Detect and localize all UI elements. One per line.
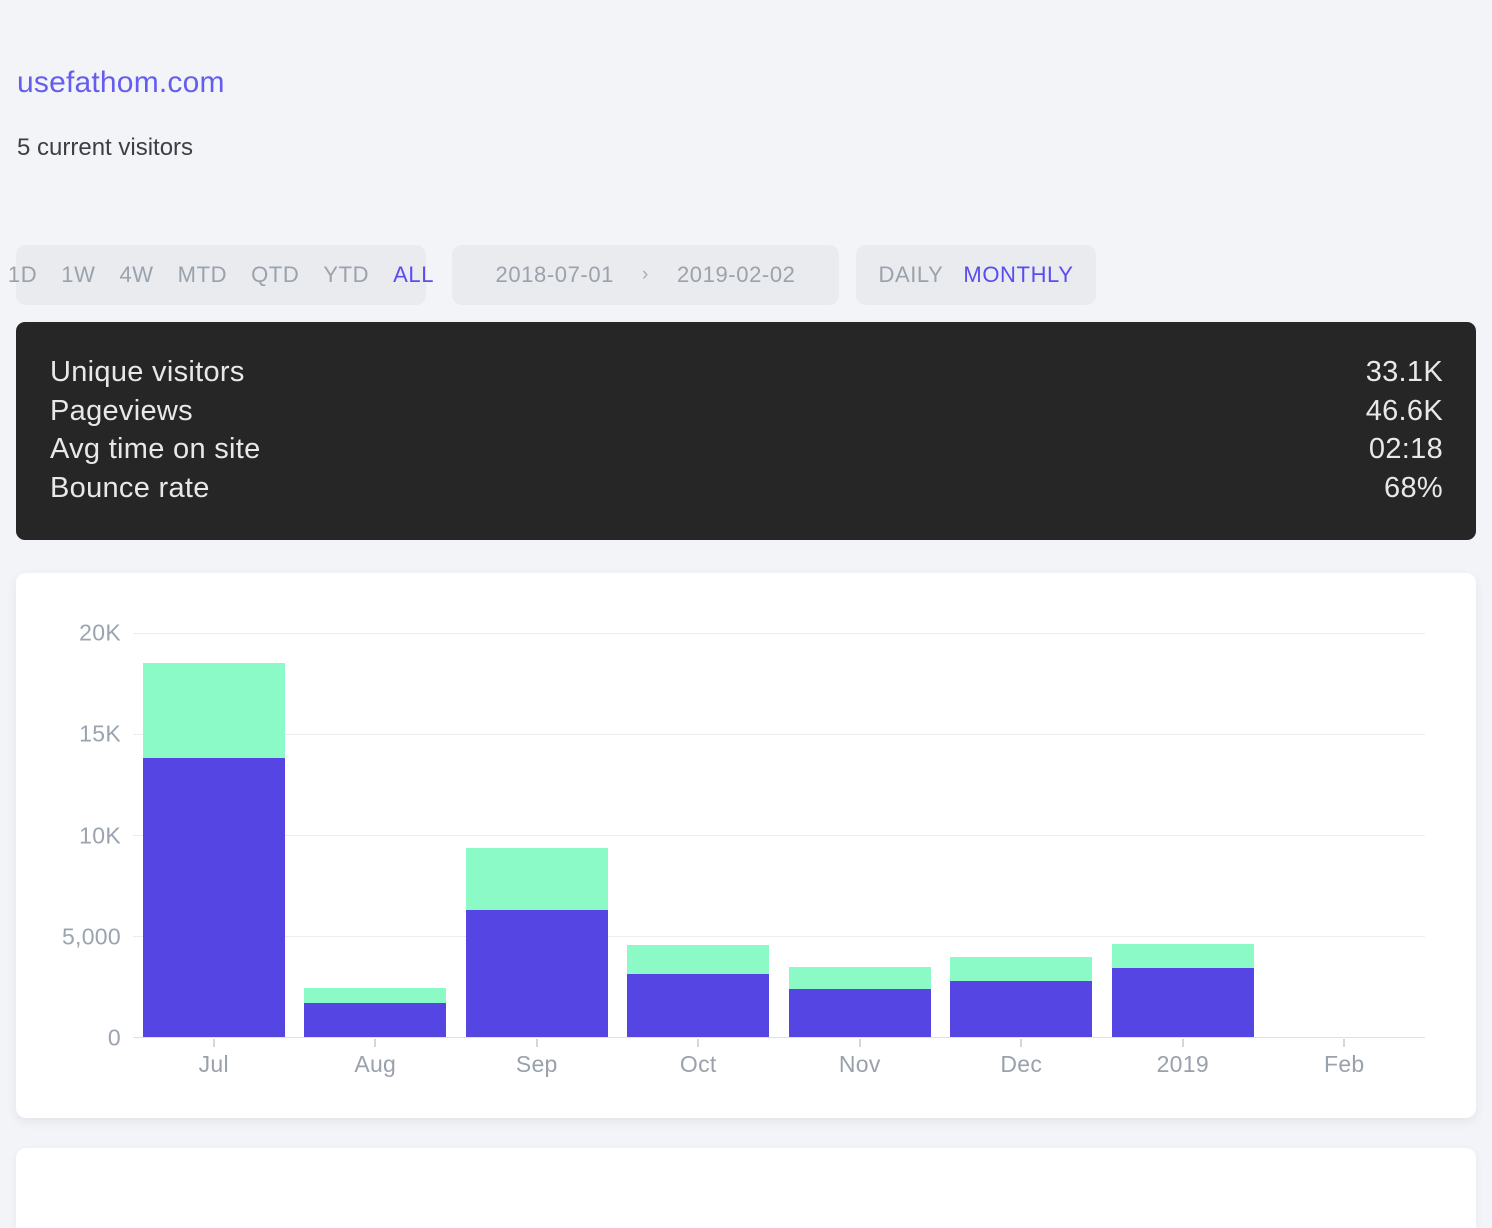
granularity-toggle: DAILY MONTHLY: [856, 245, 1096, 305]
x-axis-tick-sep: [536, 1039, 538, 1047]
stat-label: Unique visitors: [50, 353, 245, 392]
bar-slot-dec: [941, 633, 1103, 1037]
bar-slot-jul: [133, 633, 295, 1037]
chevron-right-icon: ›: [642, 264, 649, 286]
site-title-link[interactable]: usefathom.com: [17, 66, 225, 100]
y-tick-0: 0: [108, 1025, 121, 1052]
x-axis-label-2019: 2019: [1102, 1051, 1264, 1078]
visitors-segment-jul: [143, 758, 285, 1037]
bar-slot-feb: [1264, 633, 1426, 1037]
x-axis-tick-2019: [1182, 1039, 1184, 1047]
bar-slot-sep: [456, 633, 618, 1037]
plot-grid: [133, 633, 1425, 1038]
x-axis-label-dec: Dec: [941, 1051, 1103, 1078]
visitors-segment-oct: [627, 974, 769, 1037]
visitors-segment-aug: [304, 1003, 446, 1037]
range-qtd[interactable]: QTD: [251, 262, 299, 288]
bar-slot-oct: [618, 633, 780, 1037]
x-axis-label-sep: Sep: [456, 1051, 618, 1078]
x-axis-label-feb: Feb: [1264, 1051, 1426, 1078]
controls-row: 1D 1W 4W MTD QTD YTD ALL 2018-07-01 › 20…: [16, 245, 1096, 305]
range-1w[interactable]: 1W: [61, 262, 95, 288]
x-axis-label-nov: Nov: [779, 1051, 941, 1078]
x-axis-label-oct: Oct: [618, 1051, 780, 1078]
summary-stats-panel: Unique visitors 33.1K Pageviews 46.6K Av…: [16, 322, 1476, 540]
x-axis-labels: JulAugSepOctNovDec2019Feb: [133, 1051, 1425, 1078]
y-tick-15k: 15K: [79, 721, 121, 748]
stacked-bar-sep[interactable]: [466, 633, 608, 1037]
range-button-group: 1D 1W 4W MTD QTD YTD ALL: [16, 245, 426, 305]
stat-value: 33.1K: [1366, 353, 1443, 392]
plot-area: 20K 15K 10K 5,000 0: [16, 633, 1476, 1038]
tick-slot-jul: [133, 1039, 295, 1047]
stacked-bar-oct[interactable]: [627, 633, 769, 1037]
stat-row-avg-time: Avg time on site 02:18: [50, 430, 1443, 469]
visitors-segment-dec: [950, 981, 1092, 1037]
stat-value: 68%: [1384, 469, 1443, 508]
bar-slot-aug: [295, 633, 457, 1037]
y-tick-10k: 10K: [79, 822, 121, 849]
y-tick-20k: 20K: [79, 620, 121, 647]
tick-slot-dec: [941, 1039, 1103, 1047]
stat-row-pageviews: Pageviews 46.6K: [50, 392, 1443, 431]
stacked-bar-dec[interactable]: [950, 633, 1092, 1037]
stat-row-unique-visitors: Unique visitors 33.1K: [50, 353, 1443, 392]
pageviews-segment-2019: [1112, 944, 1254, 968]
range-4w[interactable]: 4W: [119, 262, 153, 288]
plot-bars: [133, 633, 1425, 1037]
range-ytd[interactable]: YTD: [323, 262, 369, 288]
date-start[interactable]: 2018-07-01: [495, 262, 614, 288]
stat-value: 02:18: [1369, 430, 1443, 469]
tick-slot-aug: [295, 1039, 457, 1047]
pageviews-segment-nov: [789, 967, 931, 988]
range-1d[interactable]: 1D: [8, 262, 37, 288]
pageviews-segment-oct: [627, 945, 769, 974]
pageviews-segment-sep: [466, 848, 608, 910]
bar-slot-2019: [1102, 633, 1264, 1037]
tick-slot-nov: [779, 1039, 941, 1047]
y-axis-labels: 20K 15K 10K 5,000 0: [16, 633, 121, 1038]
next-section-card: [16, 1148, 1476, 1228]
x-axis-tick-feb: [1343, 1039, 1345, 1047]
pageviews-segment-jul: [143, 663, 285, 758]
visitors-chart-card: 20K 15K 10K 5,000 0 JulAugSepOctNovDec20…: [16, 573, 1476, 1118]
stat-row-bounce-rate: Bounce rate 68%: [50, 469, 1443, 508]
granularity-daily[interactable]: DAILY: [878, 262, 943, 288]
tick-slot-sep: [456, 1039, 618, 1047]
y-tick-5k: 5,000: [62, 923, 121, 950]
x-axis-tick-dec: [1020, 1039, 1022, 1047]
date-end[interactable]: 2019-02-02: [677, 262, 796, 288]
bar-slot-nov: [779, 633, 941, 1037]
stacked-bar-2019[interactable]: [1112, 633, 1254, 1037]
stacked-bar-aug[interactable]: [304, 633, 446, 1037]
stat-label: Avg time on site: [50, 430, 261, 469]
visitors-segment-sep: [466, 910, 608, 1037]
range-mtd[interactable]: MTD: [178, 262, 227, 288]
pageviews-segment-dec: [950, 957, 1092, 981]
pageviews-segment-aug: [304, 988, 446, 1003]
x-axis-label-aug: Aug: [295, 1051, 457, 1078]
tick-slot-2019: [1102, 1039, 1264, 1047]
visitors-segment-2019: [1112, 968, 1254, 1037]
stat-label: Pageviews: [50, 392, 193, 431]
stacked-bar-jul[interactable]: [143, 633, 285, 1037]
range-all[interactable]: ALL: [393, 262, 434, 288]
granularity-monthly[interactable]: MONTHLY: [963, 262, 1073, 288]
stat-label: Bounce rate: [50, 469, 210, 508]
dashboard-page: usefathom.com 5 current visitors 1D 1W 4…: [0, 0, 1492, 1200]
x-axis-ticks: [133, 1039, 1425, 1047]
visitors-segment-nov: [789, 989, 931, 1037]
x-axis-tick-aug: [374, 1039, 376, 1047]
stacked-bar-nov[interactable]: [789, 633, 931, 1037]
x-axis-tick-oct: [697, 1039, 699, 1047]
current-visitors-text: 5 current visitors: [17, 134, 193, 162]
x-axis-tick-jul: [213, 1039, 215, 1047]
tick-slot-feb: [1264, 1039, 1426, 1047]
stat-value: 46.6K: [1366, 392, 1443, 431]
x-axis-tick-nov: [859, 1039, 861, 1047]
tick-slot-oct: [618, 1039, 780, 1047]
x-axis-label-jul: Jul: [133, 1051, 295, 1078]
date-range-picker[interactable]: 2018-07-01 › 2019-02-02: [452, 245, 839, 305]
